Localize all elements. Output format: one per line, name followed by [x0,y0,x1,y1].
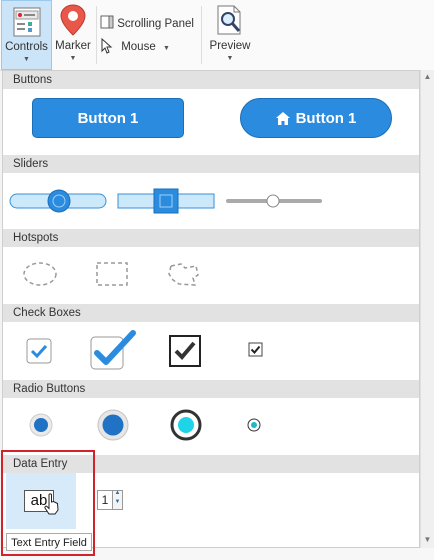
spinner-up-icon: ▲ [114,490,121,496]
vertical-scrollbar[interactable]: ▲ ▼ [420,70,434,548]
radio-dark-cyan-preset[interactable] [169,408,203,442]
square-slider-preset[interactable] [117,187,217,215]
ribbon-divider [201,6,202,64]
spinner-down-icon: ▼ [114,499,121,505]
section-header-hotspots: Hotspots [3,229,419,247]
controls-button[interactable]: Controls ▼ [1,0,52,70]
scroll-up-icon[interactable]: ▲ [421,72,434,81]
mouse-label: Mouse [121,41,156,53]
home-icon [275,112,290,125]
ribbon-toolbar: Controls ▼ Marker ▼ Scrolling Panel Mous… [0,0,434,71]
scrolling-panel-label: Scrolling Panel [117,18,194,30]
radio-small-blue-preset[interactable] [28,412,54,438]
chevron-down-icon: ▼ [69,55,77,62]
number-spinner-preset[interactable]: 1 ▲ ▼ [97,490,127,510]
preview-label: Preview [209,40,251,52]
section-header-check-boxes: Check Boxes [3,304,419,322]
spinner-arrows: ▲ ▼ [112,490,123,510]
panel-icon [100,15,114,29]
section-header-radio-buttons: Radio Buttons [3,380,419,398]
button-label: Button 1 [77,110,139,127]
oval-hotspot-preset[interactable] [21,260,59,288]
tooltip: Text Entry Field [6,533,92,551]
chevron-down-icon: ▼ [23,56,30,63]
checkbox-large-preset[interactable] [89,329,137,371]
preview-icon [217,5,241,35]
radio-tiny-preset[interactable] [247,418,261,432]
rectangle-hotspot-preset[interactable] [94,260,132,288]
scrolling-panel-button[interactable]: Scrolling Panel [100,15,194,30]
scroll-down-icon[interactable]: ▼ [421,535,434,544]
map-pin-icon [60,4,86,36]
button-label: Button 1 [295,110,357,127]
marker-label: Marker [55,40,91,52]
spinner-value: 1 [97,490,113,510]
marker-button[interactable]: Marker ▼ [53,0,93,70]
checkbox-small-preset[interactable] [248,342,264,358]
freeform-hotspot-preset[interactable] [165,260,203,288]
section-header-sliders: Sliders [3,155,419,173]
controls-label: Controls [5,41,48,53]
chevron-down-icon: ▼ [226,55,234,62]
section-header-buttons: Buttons [3,71,419,89]
checkbox-dark-preset[interactable] [169,335,201,367]
radio-large-blue-preset[interactable] [96,408,130,442]
controls-icon [13,7,41,37]
thin-slider-preset[interactable] [225,187,325,215]
chevron-down-icon: ▼ [162,45,170,52]
rounded-button-preset[interactable]: Button 1 [240,98,392,138]
checkbox-rounded-preset[interactable] [25,337,53,365]
preview-button[interactable]: Preview ▼ [204,0,256,70]
cursor-icon [101,37,113,54]
rounded-slider-preset[interactable] [9,187,109,215]
ribbon-divider [96,6,97,64]
mouse-button[interactable]: Mouse ▼ [100,37,170,54]
rectangle-button-preset[interactable]: Button 1 [32,98,184,138]
